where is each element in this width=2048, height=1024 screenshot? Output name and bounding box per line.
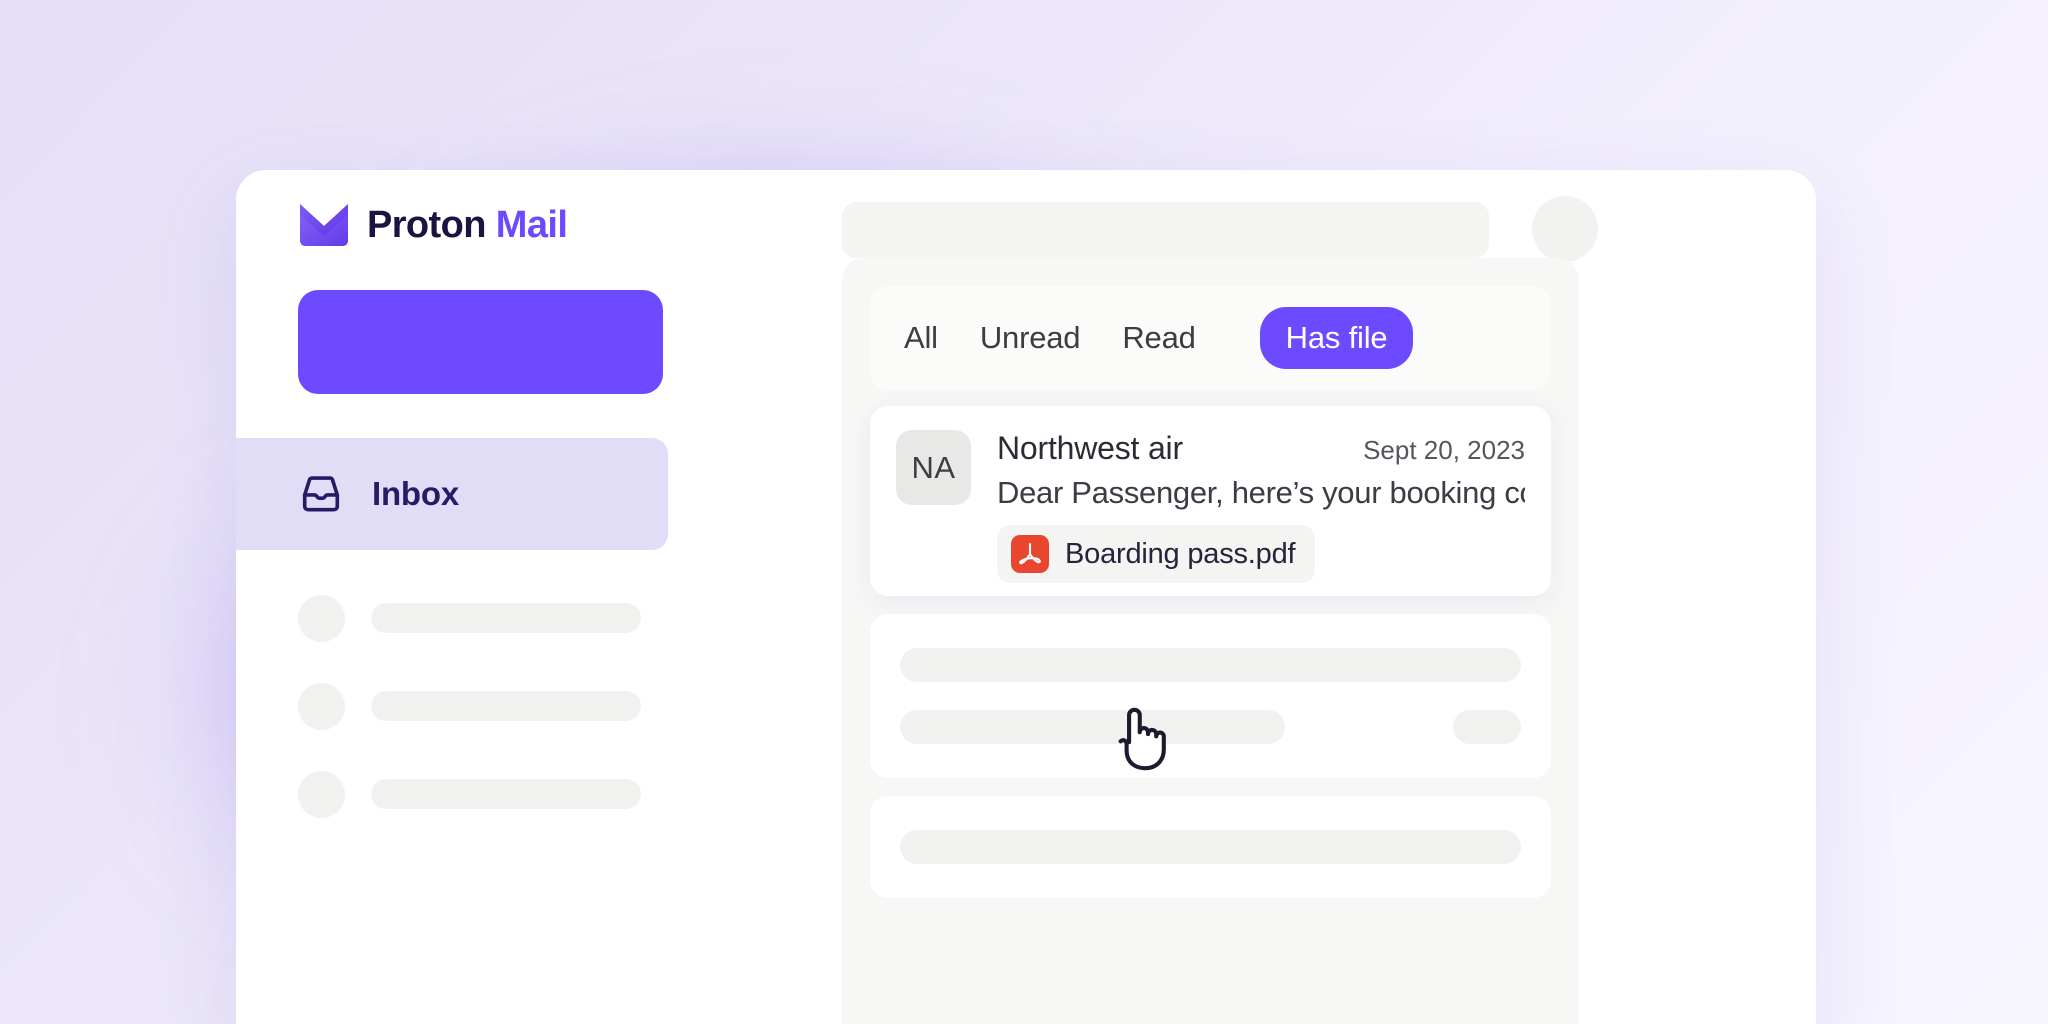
sidebar-skeleton-row (236, 750, 798, 838)
skeleton-line (900, 648, 1521, 682)
email-header-row: Northwest air Sept 20, 2023 (997, 430, 1525, 467)
filter-tab-unread[interactable]: Unread (976, 320, 1084, 356)
brand-name-mail: Mail (495, 203, 568, 246)
mail-skeleton-card (870, 614, 1551, 778)
brand-text: Proton Mail (367, 203, 568, 247)
screenshot-stage: Proton Mail Inbox All Unread Read Has fi… (0, 0, 2048, 1024)
brand-logo[interactable]: Proton Mail (298, 202, 568, 248)
user-avatar-placeholder-icon[interactable] (1532, 196, 1598, 262)
skeleton-line-row (900, 710, 1521, 744)
skeleton-avatar (298, 770, 345, 818)
filter-tab-read[interactable]: Read (1118, 320, 1199, 356)
attachment-chip[interactable]: Boarding pass.pdf (997, 525, 1316, 583)
email-sender: Northwest air (997, 430, 1183, 466)
mail-skeleton-card (870, 796, 1551, 898)
brand-name-proton: Proton (367, 203, 486, 246)
sidebar-item-inbox-label: Inbox (372, 475, 459, 512)
sidebar-skeleton-row (236, 574, 798, 662)
sidebar: Proton Mail Inbox (236, 170, 798, 1024)
sidebar-item-inbox[interactable]: Inbox (236, 438, 668, 550)
email-content: Northwest air Sept 20, 2023 Dear Passeng… (997, 430, 1525, 583)
skeleton-line (900, 710, 1286, 744)
filter-tabs: All Unread Read Has file (870, 286, 1551, 390)
skeleton-bar (371, 779, 641, 809)
content-area: All Unread Read Has file NA Northwest ai… (842, 170, 1816, 1024)
skeleton-avatar (298, 682, 345, 730)
app-window: Proton Mail Inbox All Unread Read Has fi… (236, 170, 1816, 1024)
inbox-tray-icon (302, 476, 340, 512)
search-input[interactable] (842, 202, 1489, 258)
filter-tab-has-file[interactable]: Has file (1259, 307, 1414, 369)
email-preview-text: Dear Passenger, here’s your booking co..… (997, 475, 1525, 510)
skeleton-avatar (298, 594, 345, 642)
sidebar-skeleton-list (236, 574, 798, 838)
skeleton-bar (371, 603, 641, 633)
email-list-item[interactable]: NA Northwest air Sept 20, 2023 Dear Pass… (870, 406, 1551, 596)
pdf-file-icon (1011, 535, 1049, 573)
email-date: Sept 20, 2023 (1363, 435, 1525, 465)
compose-button[interactable] (298, 290, 663, 394)
mail-list-panel: All Unread Read Has file NA Northwest ai… (842, 258, 1579, 1024)
skeleton-badge (1452, 710, 1521, 744)
sidebar-skeleton-row (236, 662, 798, 750)
attachment-filename: Boarding pass.pdf (1065, 537, 1296, 570)
skeleton-bar (371, 691, 641, 721)
skeleton-line (900, 830, 1521, 864)
proton-mail-envelope-logo-icon (300, 204, 348, 246)
avatar: NA (896, 430, 971, 505)
filter-tab-all[interactable]: All (900, 320, 942, 356)
